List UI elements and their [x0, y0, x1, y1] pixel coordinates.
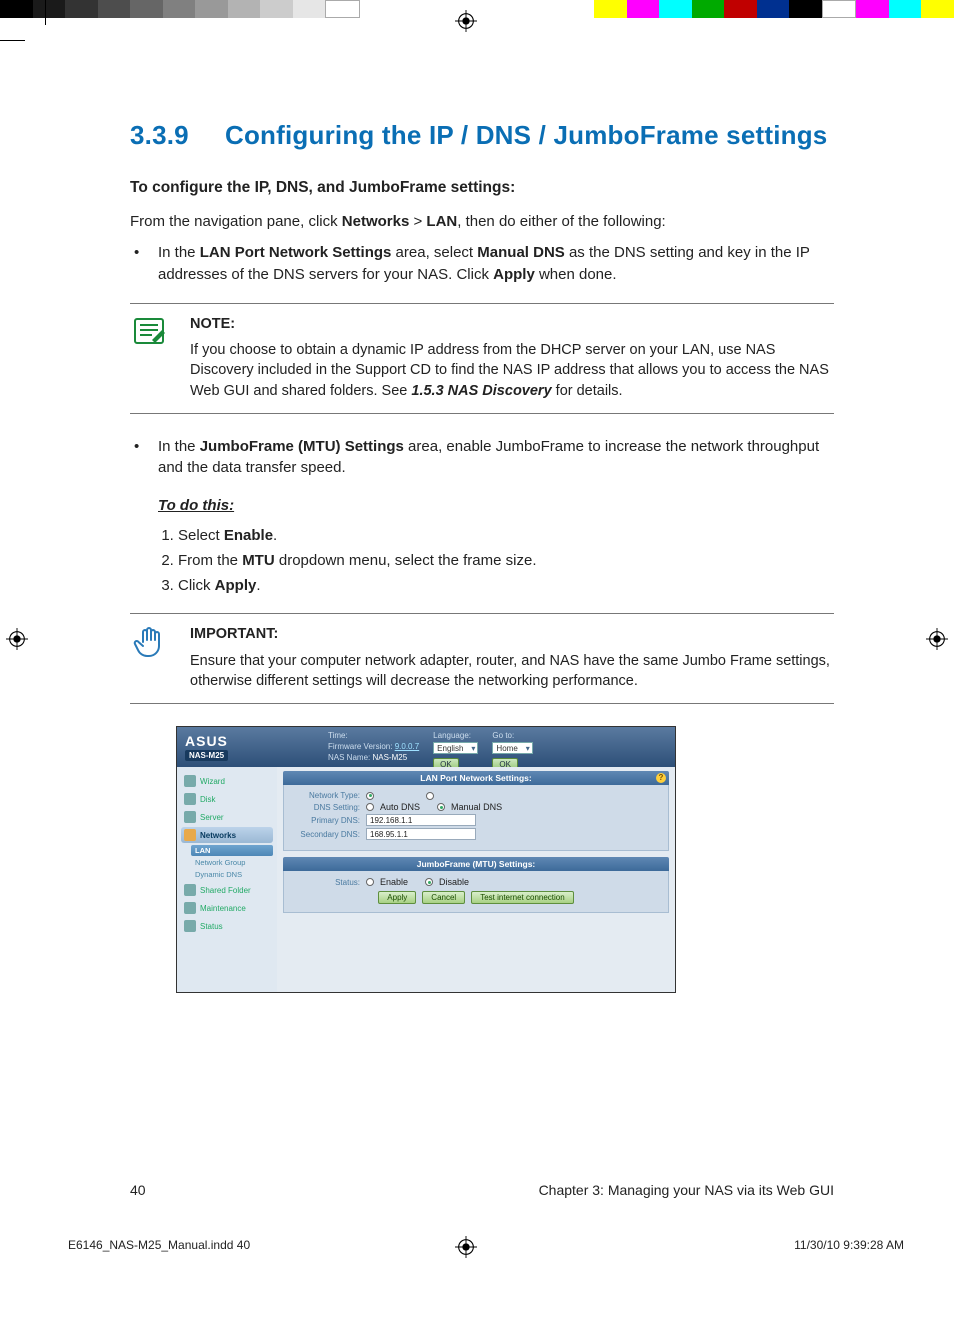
shot-main: LAN Port Network Settings:? Network Type…: [277, 767, 675, 992]
bullet-list: In the LAN Port Network Settings area, s…: [130, 242, 834, 285]
shot-side-dyndns[interactable]: Dynamic DNS: [191, 869, 273, 880]
shot-disable-radio[interactable]: [425, 878, 433, 886]
shot-side-netgroup[interactable]: Network Group: [191, 857, 273, 868]
wizard-icon: [184, 775, 196, 787]
shot-side-shared[interactable]: Shared Folder: [181, 882, 273, 898]
shot-dns-label: DNS Setting:: [290, 803, 360, 812]
shot-goto-label: Go to:: [492, 731, 532, 740]
slug-file: E6146_NAS-M25_Manual.indd 40: [68, 1238, 250, 1252]
networks-icon: [184, 829, 196, 841]
shot-sdns-input[interactable]: 168.95.1.1: [366, 828, 476, 840]
todo-header: To do this:: [158, 497, 834, 514]
shot-sidebar: Wizard Disk Server Networks LAN Network …: [177, 767, 277, 992]
shot-logo: ASUS NAS-M25: [177, 727, 322, 767]
steps-list: Select Enable. From the MTU dropdown men…: [178, 524, 834, 598]
shot-pdns-label: Primary DNS:: [290, 816, 360, 825]
shot-time-label: Time:: [328, 731, 419, 740]
step-1: Select Enable.: [178, 524, 834, 547]
embedded-screenshot: ASUS NAS-M25 Time: Firmware Version: 9.0…: [176, 726, 676, 993]
disk-icon: [184, 793, 196, 805]
shot-nettype-radio1[interactable]: [366, 792, 374, 800]
shot-goto-select[interactable]: Home: [492, 742, 532, 754]
slug-line: E6146_NAS-M25_Manual.indd 40 11/30/10 9:…: [68, 1238, 904, 1252]
important-body: Ensure that your computer network adapte…: [190, 651, 834, 692]
shot-side-networks[interactable]: Networks: [181, 827, 273, 843]
shot-lang-select[interactable]: English: [433, 742, 478, 754]
step-2: From the MTU dropdown menu, select the f…: [178, 549, 834, 572]
registration-mark-icon: [455, 10, 477, 32]
shot-nettype-label: Network Type:: [290, 791, 360, 800]
shot-fw-link[interactable]: 9.0.0.7: [395, 742, 419, 751]
shot-panel2: Status:Enable Disable Apply Cancel Test …: [283, 871, 669, 913]
help-icon[interactable]: ?: [656, 773, 666, 783]
shot-side-status[interactable]: Status: [181, 918, 273, 934]
important-header: IMPORTANT:: [190, 624, 834, 644]
note-body: If you choose to obtain a dynamic IP add…: [190, 340, 834, 401]
shot-panel1-title: LAN Port Network Settings:?: [283, 771, 669, 785]
shot-fw: Firmware Version: 9.0.0.7: [328, 742, 419, 751]
shot-side-maint[interactable]: Maintenance: [181, 900, 273, 916]
intro-paragraph: From the navigation pane, click Networks…: [130, 211, 834, 232]
server-icon: [184, 811, 196, 823]
shot-enable-radio[interactable]: [366, 878, 374, 886]
shot-panel1: Network Type: DNS Setting:Auto DNS Manua…: [283, 785, 669, 851]
shot-panel2-title: JumboFrame (MTU) Settings:: [283, 857, 669, 871]
bullet-2: In the JumboFrame (MTU) Settings area, e…: [158, 436, 834, 479]
note-header: NOTE:: [190, 314, 834, 334]
hand-icon: [130, 624, 170, 691]
shot-test-button[interactable]: Test internet connection: [471, 891, 574, 904]
shot-header: ASUS NAS-M25 Time: Firmware Version: 9.0…: [177, 727, 675, 767]
shot-nettype-radio2[interactable]: [426, 792, 434, 800]
step-3: Click Apply.: [178, 574, 834, 597]
shot-side-wizard[interactable]: Wizard: [181, 773, 273, 789]
todo-block: To do this:: [158, 497, 834, 514]
slug-time: 11/30/10 9:39:28 AM: [794, 1238, 904, 1252]
bullet-list-2: In the JumboFrame (MTU) Settings area, e…: [130, 436, 834, 479]
shot-nasname: NAS Name: NAS-M25: [328, 753, 419, 762]
shot-status-label: Status:: [290, 878, 360, 887]
important-callout: IMPORTANT: Ensure that your computer net…: [130, 613, 834, 704]
page-footer: 40 Chapter 3: Managing your NAS via its …: [130, 1182, 834, 1198]
print-color-bar: [0, 0, 954, 18]
chapter-title: Chapter 3: Managing your NAS via its Web…: [539, 1182, 834, 1198]
shot-pdns-input[interactable]: 192.168.1.1: [366, 814, 476, 826]
section-number: 3.3.9: [130, 120, 225, 151]
shot-cancel-button[interactable]: Cancel: [422, 891, 465, 904]
shot-side-disk[interactable]: Disk: [181, 791, 273, 807]
shot-apply-button[interactable]: Apply: [378, 891, 416, 904]
maintenance-icon: [184, 902, 196, 914]
shot-sdns-label: Secondary DNS:: [290, 830, 360, 839]
page-content: 3.3.9Configuring the IP / DNS / JumboFra…: [0, 40, 954, 993]
shot-side-server[interactable]: Server: [181, 809, 273, 825]
lead-text: To configure the IP, DNS, and JumboFrame…: [130, 179, 834, 197]
note-icon: [130, 314, 170, 401]
shot-lang-label: Language:: [433, 731, 478, 740]
note-callout: NOTE: If you choose to obtain a dynamic …: [130, 303, 834, 414]
crop-mark: [45, 0, 46, 25]
status-icon: [184, 920, 196, 932]
section-heading: 3.3.9Configuring the IP / DNS / JumboFra…: [130, 120, 834, 151]
shot-manualdns-radio[interactable]: [437, 803, 445, 811]
folder-icon: [184, 884, 196, 896]
bullet-1: In the LAN Port Network Settings area, s…: [158, 242, 834, 285]
section-title: Configuring the IP / DNS / JumboFrame se…: [225, 120, 827, 150]
shot-side-lan[interactable]: LAN: [191, 845, 273, 856]
shot-autodns-radio[interactable]: [366, 803, 374, 811]
page-number: 40: [130, 1182, 146, 1198]
